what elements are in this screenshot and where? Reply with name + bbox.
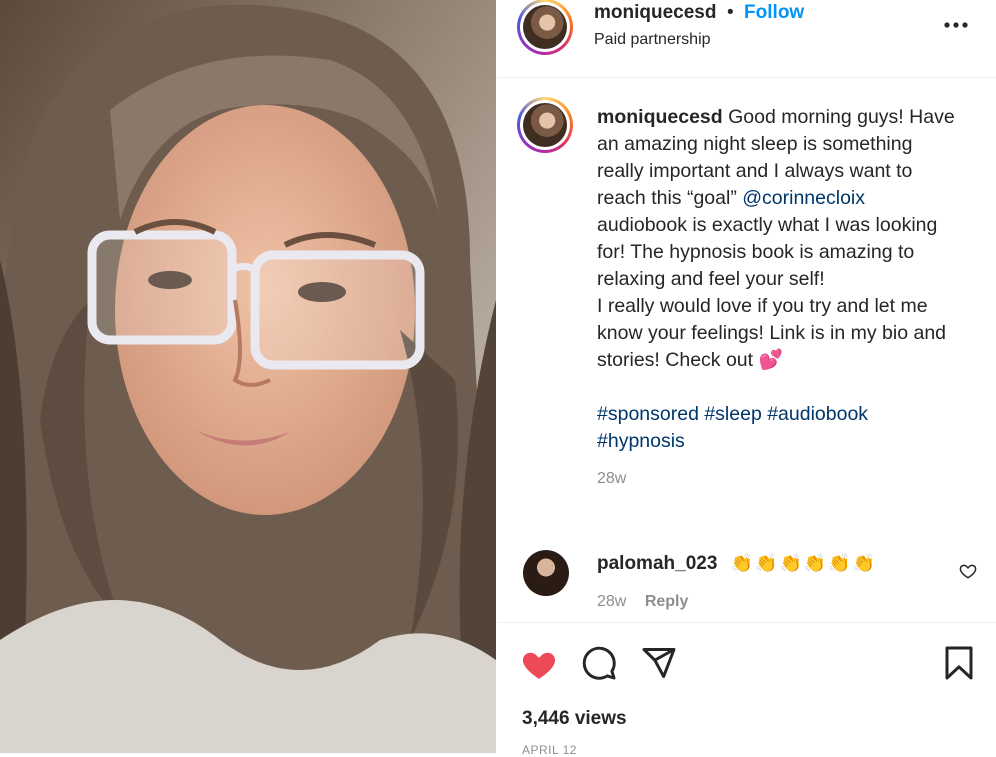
comment-timestamp[interactable]: 28w — [597, 593, 626, 610]
more-icon[interactable] — [943, 14, 969, 42]
author-avatar[interactable] — [517, 0, 573, 55]
action-bar: 3,446 views APRIL 12 — [497, 622, 996, 757]
post-media[interactable] — [0, 0, 496, 753]
caption-timestamp[interactable]: 28w — [597, 465, 957, 492]
post-header: moniquecesd • Follow Paid partnership — [497, 0, 996, 78]
reply-button[interactable]: Reply — [645, 593, 689, 610]
post-photo — [0, 0, 496, 753]
caption-text: I really would love if you try and let m… — [597, 295, 947, 371]
share-icon[interactable] — [641, 645, 677, 686]
small-heart-icon[interactable] — [959, 562, 977, 585]
caption-text: audiobook is exactly what I was looking … — [597, 214, 938, 290]
view-count[interactable]: 3,446 views — [522, 708, 627, 730]
post-details-panel: moniquecesd • Follow Paid partnership mo… — [497, 0, 996, 757]
author-username[interactable]: moniquecesd — [594, 2, 716, 23]
mention-link[interactable]: @corinnecloix — [742, 187, 865, 209]
hashtags[interactable]: #sponsored #sleep #audiobook #hypnosis — [597, 403, 868, 452]
avatar-image — [523, 5, 567, 49]
commenter-username[interactable]: palomah_023 — [597, 553, 717, 574]
post-date[interactable]: APRIL 12 — [522, 743, 577, 757]
separator-dot: • — [726, 2, 734, 23]
paid-partnership-label[interactable]: Paid partnership — [594, 31, 711, 49]
heart-icon[interactable] — [520, 645, 558, 686]
follow-button[interactable]: Follow — [744, 2, 804, 23]
comment-text: 👏👏👏👏👏👏 — [730, 553, 878, 573]
caption-avatar[interactable] — [517, 97, 573, 153]
commenter-avatar[interactable] — [523, 550, 569, 596]
comment-icon[interactable] — [581, 645, 617, 686]
caption-username[interactable]: moniquecesd — [597, 106, 723, 128]
bookmark-icon[interactable] — [943, 645, 975, 686]
avatar-image — [523, 103, 567, 147]
post-caption: moniquecesd Good morning guys! Have an a… — [597, 104, 957, 492]
